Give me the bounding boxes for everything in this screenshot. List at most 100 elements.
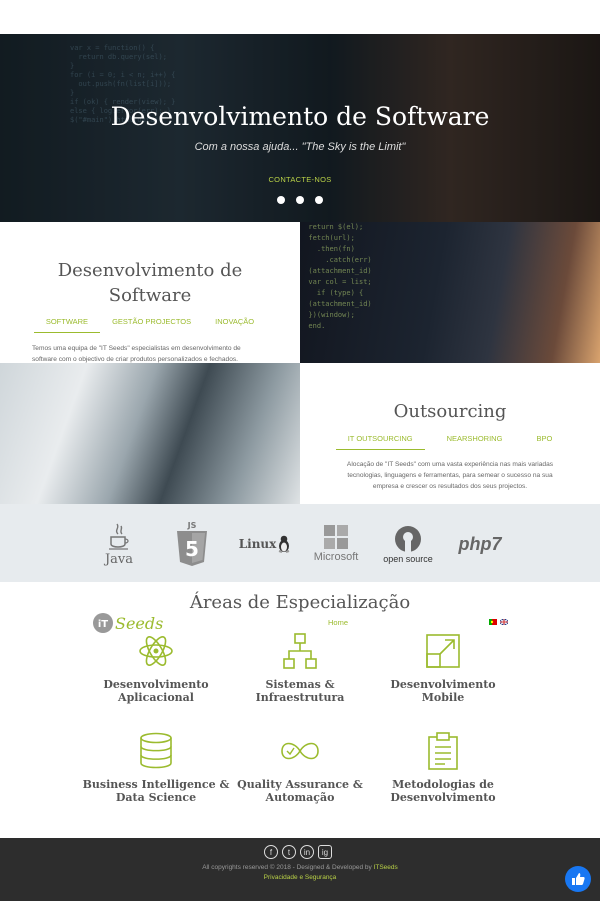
area-sistemas-infraestrutura[interactable]: Sistemas & Infraestrutura xyxy=(225,632,375,704)
java-cup-icon xyxy=(109,523,129,550)
code-lines: return $(el); fetch(url); .then(fn) .cat… xyxy=(308,223,372,330)
social-links: f t in ig xyxy=(264,845,332,859)
outsourcing-block: Outsourcing IT OUTSOURCING NEARSHORING B… xyxy=(300,363,600,504)
microsoft-logo: Microsoft xyxy=(310,518,362,570)
facebook-like-button[interactable] xyxy=(565,866,591,892)
area-label-line1: Metodologias de xyxy=(392,778,494,791)
area-label: Quality Assurance & Automação xyxy=(225,778,375,804)
area-label-line2: Mobile xyxy=(421,691,465,704)
thumbs-up-icon xyxy=(572,873,585,885)
tab-software[interactable]: SOFTWARE xyxy=(33,317,101,333)
code-screen-image: return $(el); fetch(url); .then(fn) .cat… xyxy=(300,222,600,363)
linux-label: Linux xyxy=(238,537,277,551)
area-label-line1: Desenvolvimento xyxy=(390,678,496,691)
area-quality-assurance[interactable]: Quality Assurance & Automação xyxy=(225,732,375,804)
area-label-line1: Business Intelligence & xyxy=(82,778,230,791)
area-label-line1: Desenvolvimento xyxy=(103,678,209,691)
area-desenvolvimento-mobile[interactable]: Desenvolvimento Mobile xyxy=(368,632,518,704)
linux-logo: Linux xyxy=(238,518,290,570)
privacy-link[interactable]: Privacidade e Segurança xyxy=(0,874,600,881)
uk-flag-icon[interactable] xyxy=(500,619,508,625)
microsoft-label: Microsoft xyxy=(313,551,359,563)
svg-text:JS: JS xyxy=(187,521,197,530)
tux-penguin-icon xyxy=(278,535,290,553)
opensource-logo: open source xyxy=(380,518,436,570)
area-label-line2: Data Science xyxy=(115,791,197,804)
slider-dots xyxy=(277,196,323,204)
tab-inovacao[interactable]: INOVAÇÃO xyxy=(203,317,266,333)
area-label: Metodologias de Desenvolvimento xyxy=(368,778,518,804)
area-label-line2: Aplicacional xyxy=(118,691,194,704)
software-title: Desenvolvimento de Software xyxy=(0,258,300,308)
office-people-image xyxy=(0,363,300,504)
html5-shield-icon: JS 5 xyxy=(177,521,207,566)
infinity-check-icon xyxy=(281,742,319,760)
technology-logos: Java JS 5 Linux Microsoft open source ph… xyxy=(0,504,600,582)
area-label-line1: Quality Assurance & xyxy=(237,778,363,791)
area-business-intelligence[interactable]: Business Intelligence & Data Science xyxy=(81,732,231,804)
php7-label: php7 xyxy=(458,533,502,554)
area-label-line2: Desenvolvimento xyxy=(390,791,496,804)
expand-arrow-icon xyxy=(426,634,460,668)
contact-button[interactable]: CONTACTE-NOS xyxy=(260,175,340,184)
software-title-line2: Software xyxy=(108,285,192,306)
area-label-line2: Automação xyxy=(265,791,335,804)
hero-subtitle: Com a nossa ajuda... "The Sky is the Lim… xyxy=(194,141,406,153)
java-label: Java xyxy=(104,551,134,567)
portugal-flag-icon[interactable] xyxy=(489,619,497,625)
hero-title: Desenvolvimento de Software xyxy=(110,102,490,131)
html5-logo: JS 5 xyxy=(174,518,210,570)
java-logo: Java xyxy=(104,518,134,570)
network-hierarchy-icon xyxy=(283,633,317,669)
area-label-line1: Sistemas & xyxy=(265,678,335,691)
itseeds-brand-text: Seeds xyxy=(115,613,164,633)
copyright-text: All copyrights reserved © 2018 - Designe… xyxy=(0,864,600,871)
itseeds-logo[interactable]: iT Seeds xyxy=(93,613,163,633)
outsourcing-text-line3: empresa e crescer os resultados dos seus… xyxy=(372,483,528,490)
software-title-line1: Desenvolvimento de xyxy=(57,260,243,281)
outsourcing-tabs: IT OUTSOURCING NEARSHORING BPO xyxy=(300,434,600,450)
html5-label: 5 xyxy=(185,537,199,561)
outsourcing-title: Outsourcing xyxy=(393,401,507,422)
copyright-label: All copyrights reserved © 2018 - Designe… xyxy=(202,864,374,871)
opensource-keyhole-icon xyxy=(395,526,421,553)
linkedin-icon[interactable]: in xyxy=(300,845,314,859)
software-tabs: SOFTWARE GESTÃO PROJECTOS INOVAÇÃO xyxy=(0,317,300,333)
tab-bpo[interactable]: BPO xyxy=(524,434,564,450)
seed-badge-icon: iT xyxy=(93,613,113,633)
database-icon xyxy=(140,732,172,769)
facebook-icon[interactable]: f xyxy=(264,845,278,859)
opensource-label: open source xyxy=(383,554,433,564)
svg-text:iT: iT xyxy=(98,619,108,630)
software-text-line1: Temos uma equipa de "IT Seeds" especiali… xyxy=(32,345,241,352)
outsourcing-text: Alocação de "IT Seeds" com uma vasta exp… xyxy=(300,459,600,492)
hero-banner: var x = function() { return db.query(sel… xyxy=(0,34,600,222)
slider-dot-3[interactable] xyxy=(315,196,323,204)
footer-brand-link[interactable]: ITSeeds xyxy=(374,864,398,871)
language-flags xyxy=(489,619,508,625)
slider-dot-1[interactable] xyxy=(277,196,285,204)
area-label: Business Intelligence & Data Science xyxy=(81,778,231,804)
areas-title: Áreas de Especialização xyxy=(189,592,411,613)
outsourcing-text-line2: tecnologias, linguagens e ferramentas, p… xyxy=(347,472,553,479)
tab-gestao-projectos[interactable]: GESTÃO PROJECTOS xyxy=(100,317,203,333)
tab-nearshoring[interactable]: NEARSHORING xyxy=(425,434,525,450)
footer: f t in ig All copyrights reserved © 2018… xyxy=(0,838,600,901)
tab-it-outsourcing[interactable]: IT OUTSOURCING xyxy=(335,434,425,450)
software-text-line2: software com o objectivo de criar produt… xyxy=(32,356,238,363)
atom-icon xyxy=(139,636,173,666)
area-label-line2: Infraestrutura xyxy=(255,691,345,704)
instagram-icon[interactable]: ig xyxy=(318,845,332,859)
area-metodologias[interactable]: Metodologias de Desenvolvimento xyxy=(368,732,518,804)
home-link[interactable]: Home xyxy=(328,618,348,627)
twitter-icon[interactable]: t xyxy=(282,845,296,859)
clipboard-icon xyxy=(428,732,458,770)
area-label: Desenvolvimento Mobile xyxy=(368,678,518,704)
area-label: Desenvolvimento Aplicacional xyxy=(81,678,231,704)
windows-grid-icon xyxy=(324,525,348,549)
area-desenvolvimento-aplicacional[interactable]: Desenvolvimento Aplicacional xyxy=(81,632,231,704)
slider-dot-2[interactable] xyxy=(296,196,304,204)
software-text: Temos uma equipa de "IT Seeds" especiali… xyxy=(32,343,241,363)
software-block: Desenvolvimento de Software SOFTWARE GES… xyxy=(0,222,300,363)
outsourcing-text-line1: Alocação de "IT Seeds" com uma vasta exp… xyxy=(346,461,554,468)
